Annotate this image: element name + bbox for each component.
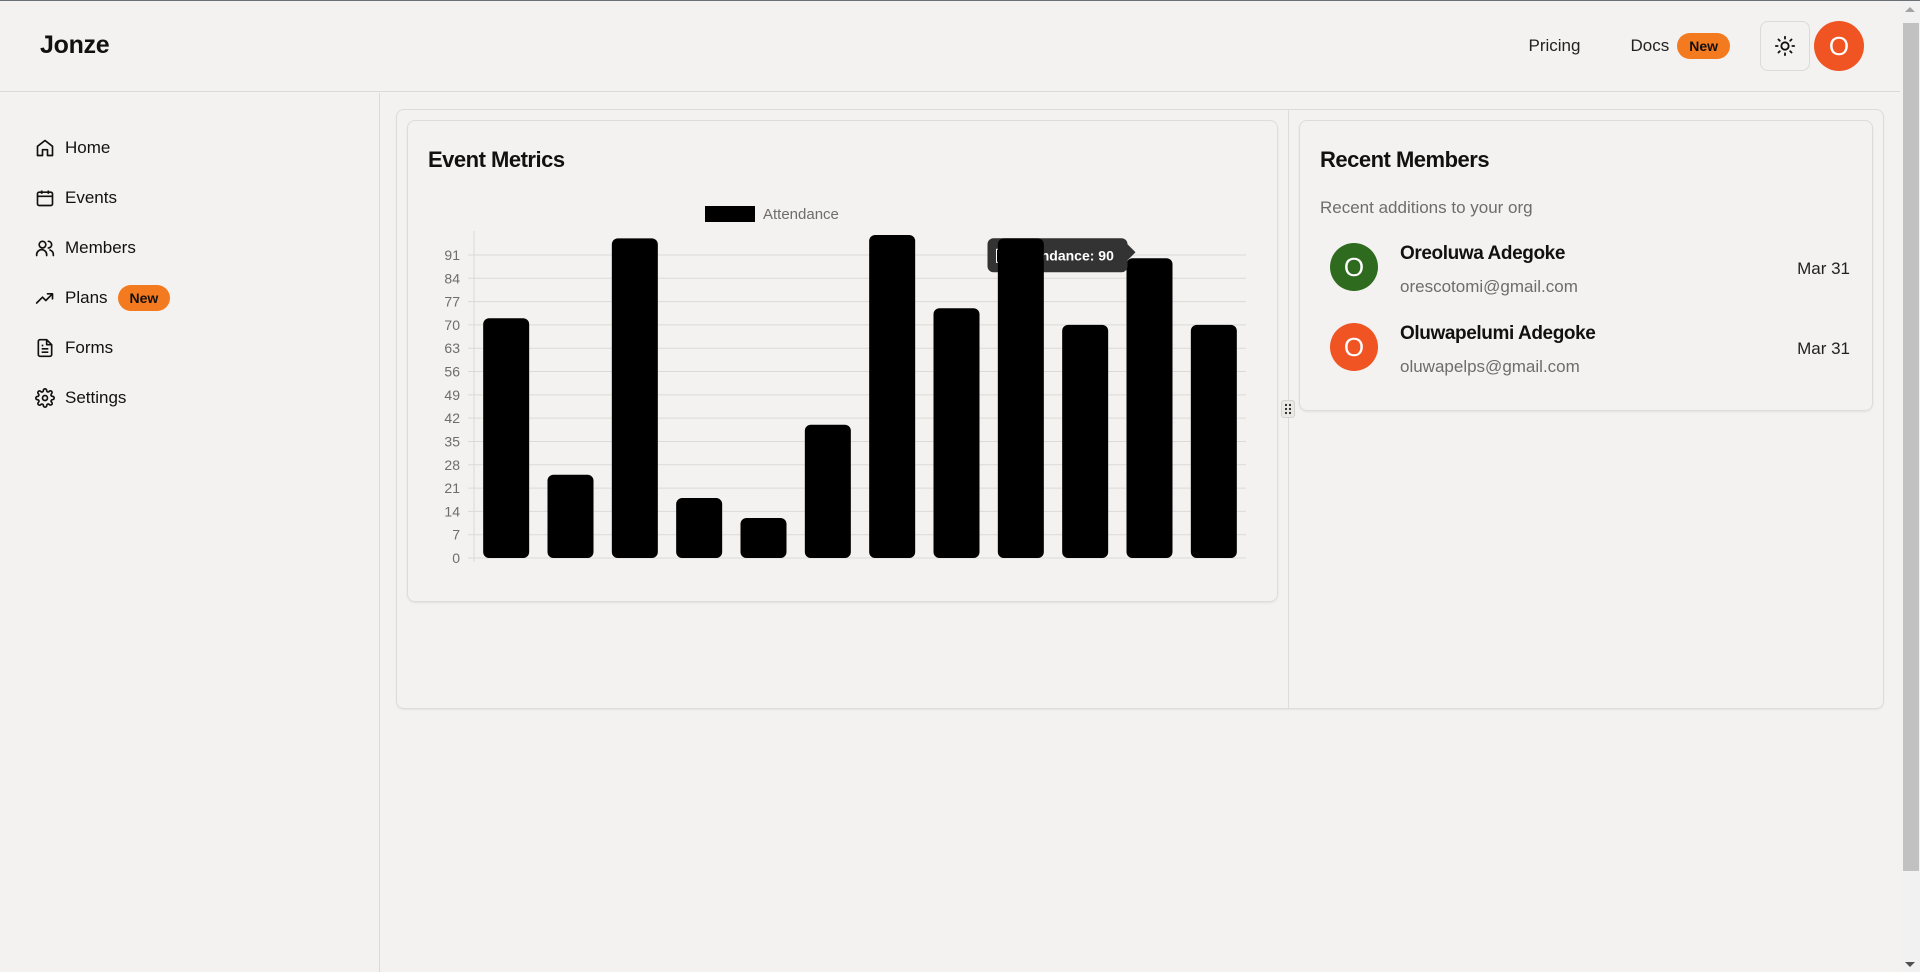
y-tick-label: 91 (444, 247, 460, 263)
chart-bar (1190, 324, 1237, 558)
user-avatar-button[interactable]: O (1814, 21, 1864, 71)
sidebar-item-label: Members (65, 238, 136, 257)
sidebar-item-members[interactable]: Members (34, 233, 136, 263)
trending-up-icon (34, 287, 56, 309)
event-metrics-card: Event Metrics Attendance 0 7 14 21 28 35 42 49 56… (407, 120, 1278, 602)
nav-docs-label[interactable]: Docs (1630, 36, 1669, 56)
y-tick-label: 77 (444, 294, 460, 310)
gear-icon (34, 387, 56, 409)
nav-docs-link[interactable]: Docs New (1630, 33, 1730, 59)
sidebar-item-label: Plans (65, 288, 108, 307)
y-tick-label: 56 (444, 364, 460, 380)
member-email: oluwapelps@gmail.com (1400, 357, 1580, 376)
chart-bar (740, 518, 787, 558)
attendance-bar-chart[interactable]: Attendance07142128354249566370778491 Atte… (408, 121, 1279, 603)
page-scrollbar[interactable] (1900, 1, 1920, 972)
recent-members-subtitle: Recent additions to your org (1320, 198, 1533, 217)
y-tick-label: 7 (452, 527, 460, 543)
member-name: Oreoluwa Adegoke (1400, 243, 1565, 264)
y-tick-label: 70 (444, 317, 460, 333)
scroll-up-arrow-icon[interactable] (1905, 7, 1915, 12)
sidebar-item-label: Events (65, 188, 117, 207)
nav-pricing-link[interactable]: Pricing (1529, 36, 1581, 56)
header-nav: Pricing Docs New O (1529, 21, 1864, 71)
member-avatar: O (1330, 323, 1378, 371)
y-tick-label: 21 (444, 480, 460, 496)
sidebar-item-label: Forms (65, 338, 114, 357)
grip-icon (1284, 403, 1292, 415)
member-name: Oluwapelumi Adegoke (1400, 323, 1596, 344)
y-tick-label: 35 (444, 433, 460, 449)
users-icon (34, 237, 56, 259)
sidebar-item-forms[interactable]: Forms (34, 333, 113, 363)
chart-bar (547, 474, 594, 558)
y-tick-label: 28 (444, 457, 460, 473)
legend-swatch (705, 206, 755, 222)
recent-members-card: Recent Members Recent additions to your … (1299, 120, 1873, 411)
sidebar-item-events[interactable]: Events (34, 183, 117, 213)
docs-new-badge: New (1677, 33, 1730, 59)
member-list-item[interactable]: O Oreoluwa Adegoke orescotomi@gmail.com … (1330, 243, 1850, 303)
sidebar-item-label: Home (65, 138, 111, 157)
sidebar-item-settings[interactable]: Settings (34, 383, 126, 413)
y-tick-label: 63 (444, 340, 460, 356)
chart-bar (997, 238, 1044, 558)
chart-bar (869, 234, 916, 558)
member-date: Mar 31 (1797, 339, 1850, 358)
member-email: orescotomi@gmail.com (1400, 277, 1578, 296)
y-tick-label: 14 (444, 503, 460, 519)
member-avatar: O (1330, 243, 1378, 291)
chart-bar (1126, 258, 1173, 558)
file-text-icon (34, 337, 56, 359)
scrollbar-thumb[interactable] (1903, 23, 1919, 871)
y-tick-label: 84 (444, 270, 460, 286)
scroll-down-arrow-icon[interactable] (1905, 962, 1915, 967)
theme-toggle-button[interactable] (1760, 21, 1810, 71)
sidebar-item-label: Settings (65, 388, 127, 407)
calendar-icon (34, 187, 56, 209)
top-header: Jonze Pricing Docs New O (0, 1, 1900, 92)
y-tick-label: 42 (444, 410, 460, 426)
chart-bar (676, 498, 723, 558)
sun-icon (1774, 35, 1796, 57)
chart-bar (483, 318, 530, 558)
member-date: Mar 31 (1797, 259, 1850, 278)
chart-bar (1062, 324, 1109, 558)
y-tick-label: 49 (444, 387, 460, 403)
member-list-item[interactable]: O Oluwapelumi Adegoke oluwapelps@gmail.c… (1330, 323, 1850, 383)
chart-bar (611, 238, 658, 558)
chart-bar (804, 424, 851, 558)
sidebar-item-plans[interactable]: Plans New (34, 283, 171, 313)
home-icon (34, 137, 56, 159)
tooltip-caret (1127, 244, 1136, 261)
plans-new-badge: New (117, 285, 171, 311)
app-logo[interactable]: Jonze (40, 31, 110, 60)
legend-label: Attendance (763, 206, 839, 223)
y-tick-label: 0 (452, 550, 460, 566)
sidebar-item-home[interactable]: Home (34, 133, 110, 163)
chart-bar (933, 308, 980, 558)
recent-members-title: Recent Members (1320, 147, 1490, 172)
sidebar: Home Events Members Plans New Forms Sett… (0, 93, 380, 972)
panel-resize-handle[interactable] (1281, 400, 1295, 418)
